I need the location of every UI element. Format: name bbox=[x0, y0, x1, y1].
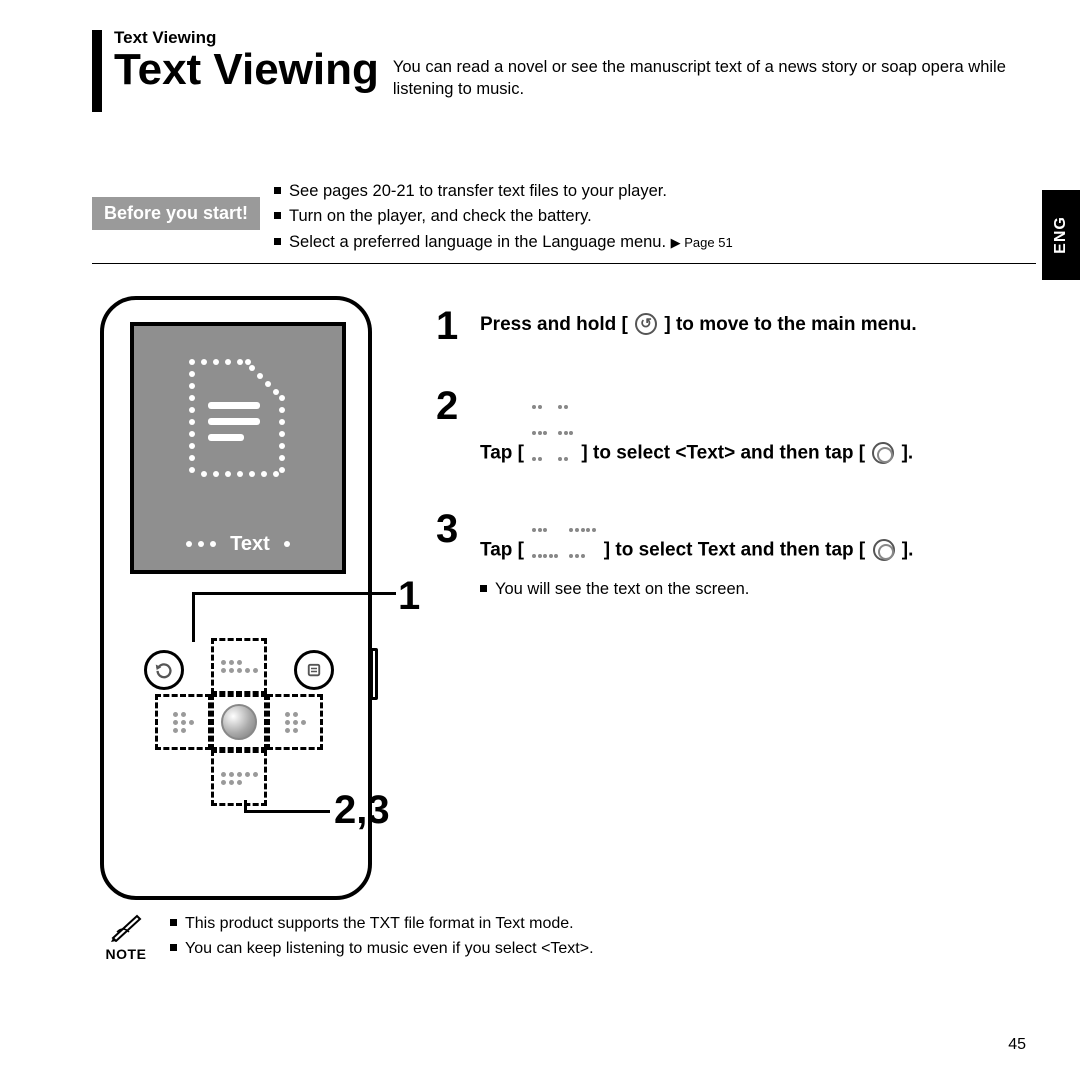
callout-line bbox=[192, 592, 195, 642]
steps-list: 1 Press and hold [ ] to move to the main… bbox=[436, 296, 1036, 900]
divider bbox=[92, 263, 1036, 264]
list-item-text: This product supports the TXT file forma… bbox=[185, 915, 574, 932]
bullet-icon bbox=[170, 944, 177, 951]
center-button-icon bbox=[873, 539, 895, 561]
menu-button-icon bbox=[294, 650, 334, 690]
page-number: 45 bbox=[1008, 1036, 1026, 1054]
step-1: 1 Press and hold [ ] to move to the main… bbox=[436, 306, 1036, 346]
up-arrow-icon bbox=[531, 515, 559, 566]
step-text: Press and hold [ ] to move to the main m… bbox=[480, 312, 917, 338]
bullet-icon bbox=[170, 919, 177, 926]
callout-number-1: 1 bbox=[398, 574, 420, 619]
step-number: 1 bbox=[436, 306, 466, 346]
step-number: 2 bbox=[436, 386, 466, 426]
list-item-text: Select a preferred language in the Langu… bbox=[289, 233, 666, 251]
list-item: Turn on the player, and check the batter… bbox=[274, 204, 733, 230]
screen-label: Text bbox=[134, 533, 342, 556]
step-3: 3 Tap [ ] to select Text and then tap [ … bbox=[436, 509, 1036, 601]
list-item-text: See pages 20-21 to transfer text files t… bbox=[289, 182, 667, 200]
bullet-icon bbox=[274, 187, 281, 194]
note-block: NOTE This product supports the TXT file … bbox=[96, 912, 1036, 962]
device-control-pad bbox=[144, 638, 334, 828]
step-text: Tap [ ] to select <Text> and then tap [ … bbox=[480, 392, 913, 469]
list-item: Select a preferred language in the Langu… bbox=[274, 230, 733, 256]
step-2: 2 Tap [ ] to select <Text> and then tap … bbox=[436, 386, 1036, 469]
back-button-icon bbox=[144, 650, 184, 690]
down-arrow-icon bbox=[569, 515, 597, 566]
dpad-center bbox=[211, 694, 267, 750]
dpad-left bbox=[155, 694, 211, 750]
right-arrow-icon bbox=[557, 392, 574, 469]
page-reference: ▶ Page 51 bbox=[671, 235, 733, 250]
language-tab: ENG bbox=[1042, 190, 1080, 280]
note-label: NOTE bbox=[96, 946, 156, 962]
before-you-start-list: See pages 20-21 to transfer text files t… bbox=[274, 179, 733, 256]
document-icon bbox=[186, 354, 290, 482]
device-side-button bbox=[370, 648, 378, 700]
list-item: See pages 20-21 to transfer text files t… bbox=[274, 179, 733, 205]
screen-label-text: Text bbox=[230, 533, 270, 555]
bullet-icon bbox=[274, 212, 281, 219]
step-sub: You will see the text on the screen. bbox=[480, 578, 913, 600]
callout-line bbox=[244, 810, 330, 813]
callout-number-23: 2,3 bbox=[334, 788, 390, 833]
page-title: Text Viewing bbox=[114, 48, 379, 92]
bullet-icon bbox=[274, 238, 281, 245]
list-item-text: You can keep listening to music even if … bbox=[185, 940, 594, 957]
back-icon bbox=[635, 313, 657, 335]
step-number: 3 bbox=[436, 509, 466, 549]
note-icon: NOTE bbox=[96, 912, 156, 962]
before-you-start-block: Before you start! See pages 20-21 to tra… bbox=[92, 179, 1036, 256]
device-illustration: Text 1 2,3 bbox=[92, 296, 402, 900]
dpad-up bbox=[211, 638, 267, 694]
dpad-right bbox=[267, 694, 323, 750]
callout-line bbox=[192, 592, 396, 595]
step-text: Tap [ ] to select Text and then tap [ ].… bbox=[480, 515, 913, 601]
section-rule bbox=[92, 30, 102, 112]
page-subtitle: You can read a novel or see the manuscri… bbox=[393, 56, 1036, 101]
left-arrow-icon bbox=[531, 392, 548, 469]
center-orb-icon bbox=[221, 704, 257, 740]
language-tab-label: ENG bbox=[1052, 216, 1070, 254]
bullet-icon bbox=[480, 585, 487, 592]
before-you-start-badge: Before you start! bbox=[92, 197, 260, 230]
list-item: You can keep listening to music even if … bbox=[170, 937, 594, 962]
list-item: This product supports the TXT file forma… bbox=[170, 912, 594, 937]
dpad-down bbox=[211, 750, 267, 806]
center-button-icon bbox=[872, 442, 894, 464]
list-item-text: Turn on the player, and check the batter… bbox=[289, 207, 592, 225]
note-list: This product supports the TXT file forma… bbox=[170, 912, 594, 962]
device-screen: Text bbox=[130, 322, 346, 574]
device-outline: Text bbox=[100, 296, 372, 900]
